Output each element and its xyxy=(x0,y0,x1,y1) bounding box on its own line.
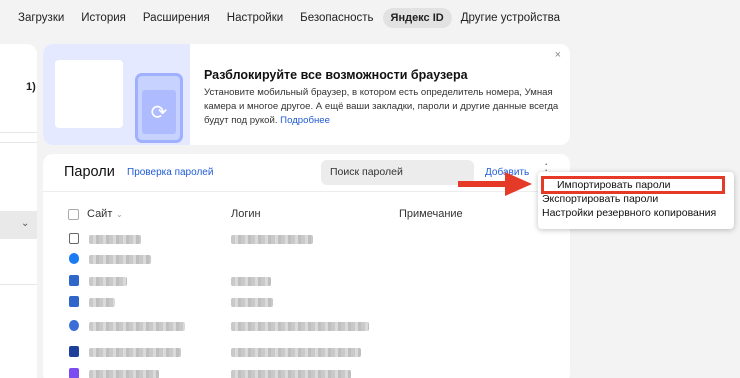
sidebar-fragment-text: 1) xyxy=(26,81,36,93)
search-input[interactable]: Поиск паролей xyxy=(321,160,474,185)
chevron-down-icon[interactable]: ⌄ xyxy=(21,218,29,229)
banner-text: Установите мобильный браузер, в котором … xyxy=(204,86,564,128)
blurred-site xyxy=(89,255,151,264)
blurred-login xyxy=(231,348,361,357)
blurred-login xyxy=(231,370,351,378)
column-site[interactable]: Сайт xyxy=(87,208,112,220)
sidebar-divider xyxy=(0,132,37,133)
brand-logo-icon xyxy=(69,346,79,357)
tab-downloads[interactable]: Загрузки xyxy=(10,8,72,28)
column-login: Логин xyxy=(231,208,261,220)
banner-illustration: ⟳ xyxy=(43,44,190,145)
select-all-checkbox[interactable] xyxy=(68,209,79,220)
close-icon[interactable]: × xyxy=(555,49,561,61)
banner-description: Установите мобильный браузер, в котором … xyxy=(204,87,559,126)
table-row[interactable] xyxy=(43,229,570,251)
divider xyxy=(43,191,570,192)
annotation-arrow-head xyxy=(505,172,532,196)
blurred-site xyxy=(89,277,127,286)
tab-other-devices[interactable]: Другие устройства xyxy=(453,8,568,28)
tab-security[interactable]: Безопасность xyxy=(292,8,381,28)
blurred-login xyxy=(231,235,313,244)
tab-yandex-id[interactable]: Яндекс ID xyxy=(382,8,452,28)
page-title: Пароли xyxy=(64,164,115,180)
card-illustration xyxy=(55,60,123,128)
column-note: Примечание xyxy=(399,208,463,220)
sidebar-item-selected[interactable] xyxy=(0,211,37,239)
vector-logo-icon xyxy=(69,368,79,378)
check-passwords-link[interactable]: Проверка паролей xyxy=(127,167,213,178)
table-row[interactable] xyxy=(43,292,570,314)
wifi-icon xyxy=(69,253,79,264)
banner-title: Разблокируйте все возможности браузера xyxy=(204,68,468,82)
annotation-arrow xyxy=(458,181,510,187)
blurred-login xyxy=(231,298,273,307)
triangle-logo-icon xyxy=(69,275,79,286)
table-row[interactable] xyxy=(43,364,570,378)
top-navigation: Загрузки История Расширения Настройки Бе… xyxy=(0,0,740,36)
table-row[interactable] xyxy=(43,316,570,338)
table-row[interactable] xyxy=(43,249,570,271)
passwords-panel: Пароли Проверка паролей Поиск паролей До… xyxy=(43,154,570,378)
more-link[interactable]: Подробнее xyxy=(280,115,330,126)
blurred-login xyxy=(231,322,369,331)
backup-settings-item[interactable]: Настройки резервного копирования xyxy=(542,207,716,219)
sidebar-divider xyxy=(0,142,37,143)
sidebar: 1) ⌄ xyxy=(0,44,37,378)
sync-icon: ⟳ xyxy=(142,90,176,134)
triangle-logo-icon xyxy=(69,296,79,307)
table-row[interactable] xyxy=(43,342,570,364)
blurred-site xyxy=(89,322,185,331)
export-passwords-item[interactable]: Экспортировать пароли xyxy=(542,193,658,205)
blurred-site xyxy=(89,235,141,244)
highlight-box xyxy=(541,176,725,194)
tab-settings[interactable]: Настройки xyxy=(219,8,291,28)
document-icon xyxy=(69,233,79,244)
blurred-site xyxy=(89,298,115,307)
at-icon xyxy=(69,320,79,331)
sidebar-divider xyxy=(0,284,37,285)
blurred-site xyxy=(89,348,181,357)
blurred-login xyxy=(231,277,271,286)
promo-banner: ⟳ Разблокируйте все возможности браузера… xyxy=(43,44,570,145)
tab-history[interactable]: История xyxy=(73,8,134,28)
sort-chevron-icon[interactable]: ⌄ xyxy=(116,210,123,219)
phone-illustration: ⟳ xyxy=(135,73,183,143)
tab-extensions[interactable]: Расширения xyxy=(135,8,218,28)
table-row[interactable] xyxy=(43,271,570,293)
blurred-site xyxy=(89,370,159,378)
